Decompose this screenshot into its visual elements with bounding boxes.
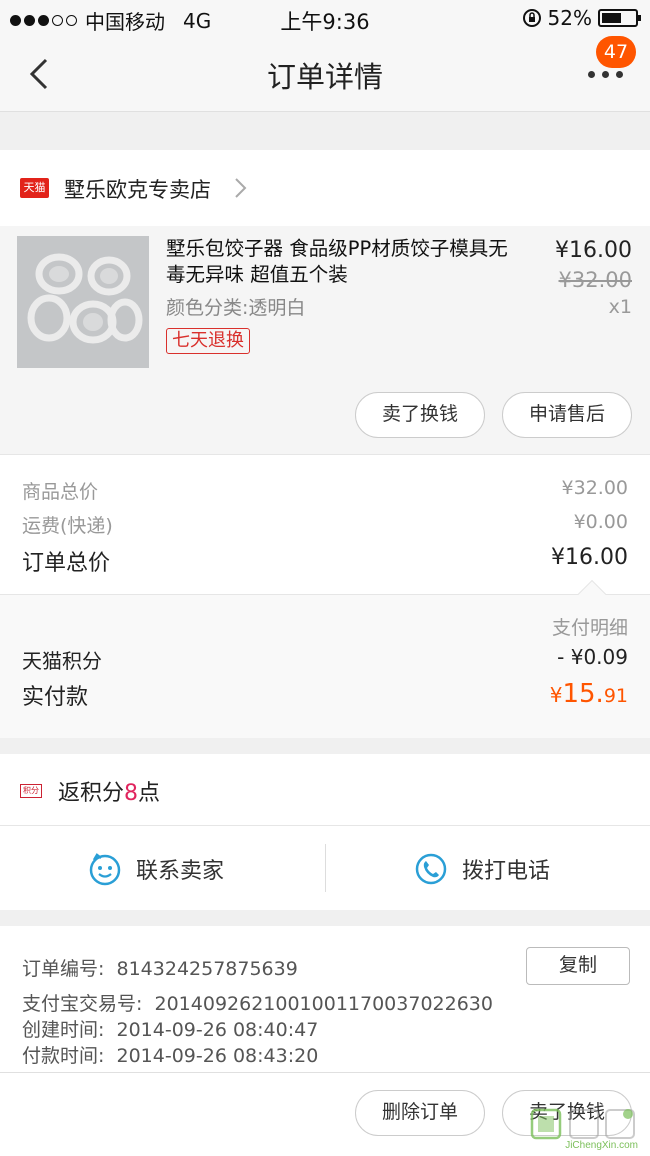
order-total-label: 订单总价: [22, 551, 111, 576]
battery-percent: 52%: [547, 6, 592, 30]
order-item[interactable]: 墅乐包饺子器 食品级PP材质饺子模具无毒无异味 超值五个装 颜色分类:透明白 七…: [0, 226, 650, 454]
copy-button[interactable]: 复制: [526, 947, 630, 985]
order-number-label: 订单编号:: [22, 958, 105, 980]
goods-total-label: 商品总价: [22, 481, 99, 503]
tmall-points-value: - ¥0.09: [557, 645, 628, 669]
payment-detail: 支付明细 天猫积分 - ¥0.09 实付款 ¥15.91: [0, 579, 650, 738]
tmall-points-label: 天猫积分: [22, 649, 102, 673]
tmall-logo: 天猫: [20, 178, 49, 198]
product-spec: 颜色分类:透明白: [166, 297, 306, 319]
chevron-right-icon: [235, 178, 247, 198]
points-row: 积分 返积分8点: [0, 754, 650, 826]
alipay-value: 2014092621001001170037022630: [154, 993, 493, 1015]
divider: [325, 844, 326, 892]
product-price: ¥16.00: [555, 238, 632, 263]
created-line: 创建时间: 2014-09-26 08:40:47: [22, 1015, 318, 1042]
message-badge: 47: [596, 36, 636, 68]
status-bar: 中国移动 4G 上午9:36 52%: [0, 0, 650, 36]
shipping-value: ¥0.00: [573, 511, 628, 533]
nav-bar: 订单详情 47: [0, 36, 650, 112]
product-original-price: ¥32.00: [558, 268, 632, 292]
status-right: 52%: [522, 6, 641, 30]
rotation-lock-icon: [522, 9, 541, 27]
order-number-line: 订单编号: 814324257875639: [22, 954, 298, 981]
paid-decimal: 91: [603, 685, 628, 707]
shipping-label: 运费(快递): [22, 515, 113, 537]
alipay-label: 支付宝交易号:: [22, 993, 143, 1015]
paid-time-label: 付款时间:: [22, 1045, 105, 1067]
alipay-line: 支付宝交易号: 2014092621001001170037022630: [22, 989, 493, 1016]
sell-for-cash-button[interactable]: 卖了换钱: [355, 392, 485, 438]
product-quantity: x1: [608, 296, 632, 318]
created-value: 2014-09-26 08:40:47: [116, 1019, 319, 1041]
call-button[interactable]: 拨打电话: [414, 844, 550, 894]
contact-seller-button[interactable]: 联系卖家: [88, 844, 224, 894]
points-suffix: 点: [138, 781, 161, 806]
product-image[interactable]: [17, 236, 149, 368]
delete-order-button[interactable]: 删除订单: [355, 1090, 485, 1136]
actual-paid-value: ¥15.91: [550, 679, 628, 709]
battery-icon: [598, 9, 641, 27]
shop-name: 墅乐欧克专卖店: [64, 178, 211, 202]
watermark-domain: JiChengXin.com: [565, 1140, 638, 1151]
chat-face-icon: [89, 853, 121, 886]
product-title[interactable]: 墅乐包饺子器 食品级PP材质饺子模具无毒无异味 超值五个装: [166, 236, 526, 288]
shop-row[interactable]: 天猫 墅乐欧克专卖店: [0, 150, 650, 226]
order-number-value: 814324257875639: [116, 958, 298, 980]
paid-time-line: 付款时间: 2014-09-26 08:43:20: [22, 1041, 318, 1068]
order-info: 订单编号: 814324257875639 复制 支付宝交易号: 2014092…: [0, 926, 650, 1072]
price-summary: 商品总价 ¥32.00 运费(快递) ¥0.00 订单总价 ¥16.00: [0, 454, 650, 594]
actual-paid-label: 实付款: [22, 685, 89, 710]
points-prefix: 返积分: [58, 781, 125, 806]
contact-seller-label: 联系卖家: [136, 859, 225, 884]
points-text: 返积分8点: [58, 775, 160, 807]
order-total-value: ¥16.00: [551, 545, 628, 570]
phone-icon: [415, 853, 447, 885]
created-label: 创建时间:: [22, 1019, 105, 1041]
call-label: 拨打电话: [462, 859, 551, 884]
paid-time-value: 2014-09-26 08:43:20: [116, 1045, 319, 1067]
goods-total-value: ¥32.00: [561, 477, 628, 499]
return-policy-tag: 七天退换: [166, 328, 250, 354]
after-sale-button[interactable]: 申请售后: [502, 392, 632, 438]
points-number: 8: [124, 781, 139, 806]
payment-detail-link[interactable]: 支付明细: [552, 613, 628, 640]
paid-integer: 15.: [562, 679, 604, 709]
page-title: 订单详情: [266, 60, 383, 94]
paid-currency: ¥: [549, 683, 563, 707]
contact-row: 联系卖家 拨打电话: [0, 826, 650, 910]
points-icon: 积分: [20, 784, 42, 798]
